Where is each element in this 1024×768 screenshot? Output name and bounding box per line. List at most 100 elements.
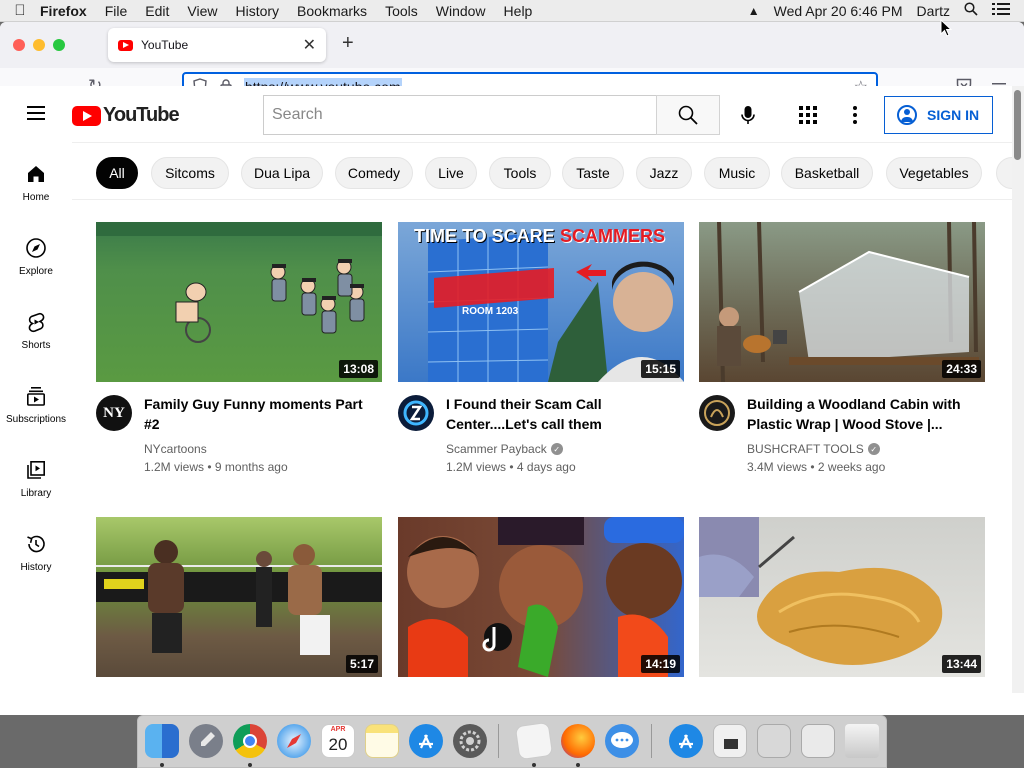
finder-icon[interactable] [145,724,179,758]
firefox-dock-icon[interactable] [561,724,595,758]
video-thumbnail[interactable]: 13:08 [96,222,382,382]
video-thumbnail[interactable]: TIME TO SCARE SCAMMERS ROOM 1203 15:15 [398,222,684,382]
video-duration: 15:15 [641,360,680,378]
guide-item-history[interactable]: History [0,512,72,586]
minimize-window-button[interactable] [33,39,45,51]
tab-youtube[interactable]: YouTube ✕ [108,28,326,62]
youtube-logo[interactable]: YouTube [72,104,180,127]
menu-app-name[interactable]: Firefox [40,3,87,19]
voice-search-button[interactable] [734,101,762,129]
guide-item-home[interactable]: Home [0,142,72,216]
menubar-clock[interactable]: Wed Apr 20 6:46 PM [774,3,903,19]
textedit-icon[interactable] [514,721,554,761]
channel-name[interactable]: NYcartoons [144,442,207,456]
app-store-downloads-icon[interactable] [669,724,703,758]
menu-tools[interactable]: Tools [385,3,418,19]
app-store-icon[interactable] [409,724,443,758]
chip-taste[interactable]: Taste [562,157,624,189]
document-stack-icon[interactable] [713,724,747,758]
video-thumbnail[interactable]: 14:19 [398,517,684,677]
new-tab-button[interactable]: + [342,32,354,55]
scrollbar-thumb[interactable] [1014,90,1021,160]
chip-jazz[interactable]: Jazz [636,157,692,189]
chip-live[interactable]: Live [425,157,477,189]
search-button[interactable] [656,95,720,135]
chip-sitcoms[interactable]: Sitcoms [151,157,229,189]
video-thumbnail[interactable]: 24:33 [699,222,985,382]
chip-dua-lipa[interactable]: Dua Lipa [241,157,323,189]
chip-music[interactable]: Music [704,157,770,189]
guide-item-subscriptions[interactable]: Subscriptions [0,364,72,438]
thumbnail-caption-highlight: SCAMMERS [560,226,666,246]
menu-file[interactable]: File [105,3,128,19]
chip-vegetables[interactable]: Vegetables [886,157,982,189]
guide-menu-icon[interactable] [27,106,45,120]
eject-icon[interactable]: ▲ [748,4,760,18]
menu-window[interactable]: Window [436,3,486,19]
guide-item-library[interactable]: Library [0,438,72,512]
video-stats: 1.2M views • 4 days ago [446,460,576,474]
channel-avatar[interactable] [699,395,735,431]
channel-avatar[interactable]: NY [96,395,132,431]
eating-thumbnail-art [407,517,684,677]
guide-item-shorts[interactable]: Shorts [0,290,72,364]
view-count: 1.2M views [446,460,507,474]
menu-history[interactable]: History [235,3,279,19]
video-card[interactable]: 13:44 [699,517,985,677]
channel-avatar[interactable] [398,395,434,431]
menu-view[interactable]: View [187,3,217,19]
video-duration: 24:33 [942,360,981,378]
messages-icon[interactable] [605,724,639,758]
close-tab-icon[interactable]: ✕ [303,35,316,55]
search-input[interactable]: Search [263,95,657,135]
chrome-icon[interactable] [233,724,267,758]
zoom-window-button[interactable] [53,39,65,51]
video-card[interactable]: 5:17 [96,517,382,677]
chip-tools[interactable]: Tools [489,157,551,189]
launchpad-icon[interactable] [189,724,223,758]
video-thumbnail[interactable]: 5:17 [96,517,382,677]
control-center-icon[interactable] [992,2,1010,19]
menu-bookmarks[interactable]: Bookmarks [297,3,367,19]
system-preferences-icon[interactable] [453,724,487,758]
guide-label: Library [20,488,52,499]
chip-all[interactable]: All [96,157,138,189]
notes-icon[interactable] [365,724,399,758]
guide-label: Subscriptions [5,414,67,425]
dock-separator [498,724,499,758]
compass-icon [24,236,48,260]
video-title[interactable]: I Found their Scam Call Center....Let's … [446,394,682,434]
fight-thumbnail-art [96,540,382,655]
channel-name[interactable]: Scammer Payback ✓ [446,442,563,456]
guide-item-explore[interactable]: Explore [0,216,72,290]
video-card[interactable]: 24:33 Building a Woodland Cabin with Pla… [699,222,985,482]
youtube-apps-icon[interactable] [799,106,817,124]
video-card[interactable]: 14:19 [398,517,684,677]
sign-in-button[interactable]: SIGN IN [884,96,993,134]
calendar-icon[interactable]: APR 20 [321,724,355,758]
chip-comedy[interactable]: Comedy [335,157,413,189]
chip-partial[interactable] [996,157,1012,189]
chrome-window-thumbnail-icon[interactable] [801,724,835,758]
channel-name[interactable]: BUSHCRAFT TOOLS ✓ [747,442,880,456]
video-card[interactable]: TIME TO SCARE SCAMMERS ROOM 1203 15:15 I… [398,222,684,482]
video-title[interactable]: Building a Woodland Cabin with Plastic W… [747,394,983,434]
video-thumbnail[interactable]: 13:44 [699,517,985,677]
video-title[interactable]: Family Guy Funny moments Part #2 [144,394,380,434]
guide-label: Shorts [21,340,51,351]
menubar-user[interactable]: Dartz [917,3,950,19]
menu-edit[interactable]: Edit [145,3,169,19]
screenshot-stack-icon[interactable] [757,724,791,758]
apple-menu-icon[interactable]:  [0,2,40,19]
settings-more-icon[interactable] [850,104,860,126]
channel-name-text: BUSHCRAFT TOOLS [747,442,864,456]
chip-basketball[interactable]: Basketball [781,157,873,189]
spotlight-icon[interactable] [964,2,978,19]
close-window-button[interactable] [13,39,25,51]
video-card[interactable]: 13:08 NY Family Guy Funny moments Part #… [96,222,382,482]
page-scrollbar[interactable] [1012,86,1024,693]
safari-icon[interactable] [277,724,311,758]
trash-icon[interactable] [845,724,879,758]
macos-menubar:  Firefox File Edit View History Bookmar… [0,0,1024,22]
menu-help[interactable]: Help [504,3,533,19]
